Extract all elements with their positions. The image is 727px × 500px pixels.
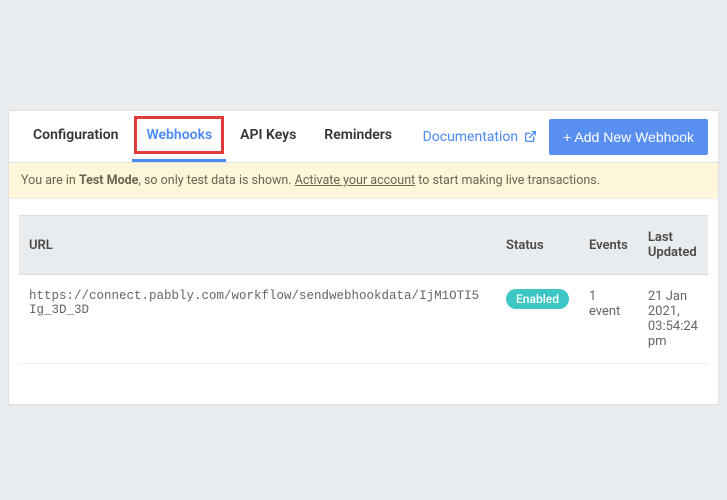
test-mode-notice: You are in Test Mode, so only test data …	[9, 163, 718, 199]
webhook-url: https://connect.pabbly.com/workflow/send…	[19, 275, 496, 364]
notice-suffix: to start making live transactions.	[415, 173, 600, 188]
status-badge: Enabled	[506, 289, 569, 309]
table-header-last-updated: Last Updated	[638, 216, 708, 275]
tab-bar: Configuration Webhooks API Keys Reminder…	[9, 111, 718, 163]
external-link-icon	[524, 130, 537, 143]
tab-reminders[interactable]: Reminders	[310, 111, 406, 162]
tab-webhooks[interactable]: Webhooks	[132, 111, 226, 162]
notice-mode: Test Mode	[79, 173, 138, 188]
tab-webhooks-label: Webhooks	[146, 127, 212, 143]
documentation-label: Documentation	[423, 129, 519, 145]
notice-prefix: You are in	[21, 173, 79, 188]
webhook-last-updated: 21 Jan 2021, 03:54:24 pm	[638, 275, 708, 364]
webhook-events: 1 event	[579, 275, 638, 364]
webhooks-table: URL Status Events Last Updated https://c…	[19, 215, 708, 364]
table-row[interactable]: https://connect.pabbly.com/workflow/send…	[19, 275, 708, 364]
webhook-status-cell: Enabled	[496, 275, 579, 364]
add-webhook-button[interactable]: + Add New Webhook	[549, 119, 708, 155]
tab-configuration[interactable]: Configuration	[19, 111, 132, 162]
table-header-url: URL	[19, 216, 496, 275]
notice-middle: , so only test data is shown.	[138, 173, 294, 188]
table-header-events: Events	[579, 216, 638, 275]
table-header-status: Status	[496, 216, 579, 275]
activate-account-link[interactable]: Activate your account	[295, 173, 415, 188]
documentation-link[interactable]: Documentation	[423, 129, 538, 145]
tab-api-keys[interactable]: API Keys	[226, 111, 310, 162]
